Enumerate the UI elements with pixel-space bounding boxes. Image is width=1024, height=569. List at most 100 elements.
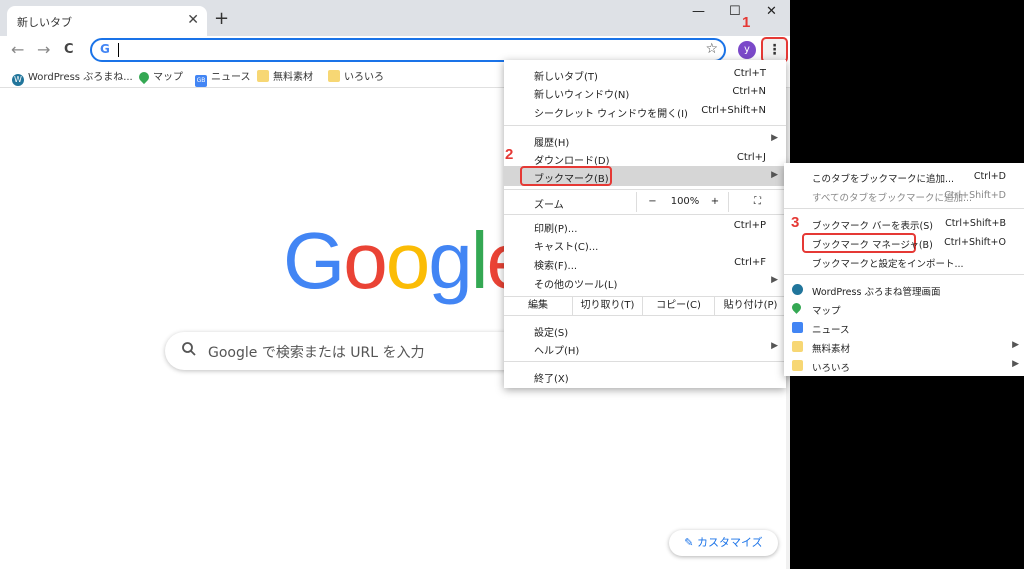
reload-icon[interactable]: C xyxy=(64,42,74,57)
submenu-folder-misc[interactable]: いろいろ ▶ xyxy=(784,357,1024,375)
chevron-right-icon: ▶ xyxy=(771,341,778,351)
profile-avatar[interactable]: y xyxy=(738,41,756,59)
menu-shortcut: Ctrl+F xyxy=(734,257,766,268)
search-icon xyxy=(182,342,196,356)
tab-new-tab[interactable]: 新しいタブ ✕ xyxy=(7,6,207,36)
menu-label: ブックマーク バーを表示(S) xyxy=(812,221,933,232)
menu-label: 新しいウィンドウ(N) xyxy=(534,90,630,101)
address-bar[interactable]: G ☆ xyxy=(90,38,726,62)
logo-letter: G xyxy=(283,216,345,305)
google-logo: Google xyxy=(283,215,531,307)
zoom-level: 100% xyxy=(670,196,700,207)
back-icon[interactable]: ← xyxy=(11,40,24,59)
menu-shortcut: Ctrl+J xyxy=(736,152,766,163)
submenu-item-add-all-tabs[interactable]: すべてのタブをブックマークに追加... Ctrl+Shift+D xyxy=(784,187,1024,205)
menu-item-history[interactable]: 履歴(H) ▶ xyxy=(504,131,786,149)
menu-item-help[interactable]: ヘルプ(H) ▶ xyxy=(504,339,786,357)
submenu-bookmark-wordpress[interactable]: WordPress ぶろまね管理画面 xyxy=(784,281,1024,299)
menu-label: ブックマーク(B) xyxy=(534,174,609,185)
menu-item-cast[interactable]: キャスト(C)... xyxy=(504,235,786,253)
menu-item-find[interactable]: 検索(F)... Ctrl+F xyxy=(504,254,786,272)
bookmark-maps[interactable]: マップ xyxy=(136,68,183,85)
menu-label: シークレット ウィンドウを開く(I) xyxy=(534,109,688,120)
tab-title: 新しいタブ xyxy=(17,16,72,29)
menu-label: 履歴(H) xyxy=(534,138,570,149)
cut-button[interactable]: 切り取り(T) xyxy=(572,297,642,315)
bookmark-news[interactable]: GB ニュース xyxy=(195,68,251,87)
chevron-right-icon: ▶ xyxy=(1012,340,1019,350)
paste-button[interactable]: 貼り付け(P) xyxy=(714,297,786,315)
logo-letter: l xyxy=(470,216,489,305)
zoom-out-button[interactable]: − xyxy=(636,192,668,212)
menu-item-settings[interactable]: 設定(S) xyxy=(504,321,786,339)
menu-shortcut: Ctrl+Shift+O xyxy=(944,237,1006,248)
window-close-icon[interactable]: ✕ xyxy=(766,4,777,19)
zoom-in-button[interactable]: + xyxy=(702,192,728,212)
maximize-icon[interactable]: ☐ xyxy=(729,4,741,19)
submenu-bookmark-maps[interactable]: マップ xyxy=(784,300,1024,318)
folder-icon xyxy=(792,341,803,352)
customize-label: カスタマイズ xyxy=(697,536,763,549)
menu-item-exit[interactable]: 終了(X) xyxy=(504,367,786,385)
title-bar: 新しいタブ ✕ + — ☐ ✕ xyxy=(0,0,790,36)
edit-row: 編集 切り取り(T) コピー(C) 貼り付け(P) xyxy=(504,296,786,316)
submenu-item-show-bar[interactable]: ブックマーク バーを表示(S) Ctrl+Shift+B xyxy=(784,215,1024,233)
google-icon: G xyxy=(100,42,110,56)
new-tab-button[interactable]: + xyxy=(214,8,229,29)
menu-item-more-tools[interactable]: その他のツール(L) ▶ xyxy=(504,273,786,291)
submenu-bookmark-news[interactable]: ニュース xyxy=(784,319,1024,337)
menu-label: WordPress ぶろまね管理画面 xyxy=(812,287,941,298)
star-icon[interactable]: ☆ xyxy=(705,41,718,57)
text-caret xyxy=(118,43,119,57)
menu-shortcut: Ctrl+D xyxy=(973,171,1006,182)
menu-shortcut: Ctrl+Shift+B xyxy=(945,218,1006,229)
menu-shortcut: Ctrl+T xyxy=(733,68,766,79)
submenu-item-add-tab[interactable]: このタブをブックマークに追加... Ctrl+D xyxy=(784,168,1024,186)
maps-icon xyxy=(136,69,152,85)
bookmark-folder-misc[interactable]: いろいろ xyxy=(328,68,384,83)
submenu-item-import[interactable]: ブックマークと設定をインポート... xyxy=(784,253,1024,271)
menu-label: ブックマークと設定をインポート... xyxy=(812,259,964,270)
zoom-label: ズーム xyxy=(534,200,564,211)
zoom-row: ズーム − 100% + ⛶ xyxy=(504,192,786,212)
menu-label: マップ xyxy=(812,306,841,317)
customize-button[interactable]: ✎ カスタマイズ xyxy=(669,530,778,556)
menu-divider xyxy=(504,214,786,215)
menu-item-new-window[interactable]: 新しいウィンドウ(N) Ctrl+N xyxy=(504,83,786,101)
menu-label: ブックマーク マネージャ(B) xyxy=(812,240,933,251)
menu-divider xyxy=(784,274,1024,275)
menu-item-incognito[interactable]: シークレット ウィンドウを開く(I) Ctrl+Shift+N xyxy=(504,102,786,120)
menu-label: 終了(X) xyxy=(534,374,569,385)
wordpress-icon: W xyxy=(12,74,24,86)
news-icon: GB xyxy=(195,75,207,87)
bookmarks-submenu: このタブをブックマークに追加... Ctrl+D すべてのタブをブックマークに追加… xyxy=(784,163,1024,376)
menu-label: 無料素材 xyxy=(812,344,851,355)
menu-label: ダウンロード(D) xyxy=(534,156,610,167)
menu-divider xyxy=(504,361,786,362)
menu-label: ヘルプ(H) xyxy=(534,346,580,357)
bookmark-folder-free[interactable]: 無料素材 xyxy=(257,68,313,83)
menu-label: このタブをブックマークに追加... xyxy=(812,174,955,185)
minimize-icon[interactable]: — xyxy=(692,4,705,19)
bookmark-label: マップ xyxy=(153,72,183,83)
menu-label: その他のツール(L) xyxy=(534,280,618,291)
menu-item-downloads[interactable]: ダウンロード(D) Ctrl+J xyxy=(504,149,786,167)
submenu-folder-free[interactable]: 無料素材 ▶ xyxy=(784,338,1024,356)
folder-icon xyxy=(792,360,803,371)
wordpress-icon xyxy=(792,284,803,295)
copy-button[interactable]: コピー(C) xyxy=(642,297,714,315)
menu-shortcut: Ctrl+Shift+N xyxy=(701,105,766,116)
bookmark-wordpress[interactable]: W WordPress ぶろまね... xyxy=(12,68,133,86)
menu-label: 印刷(P)... xyxy=(534,224,578,235)
menu-label: ニュース xyxy=(812,325,850,336)
forward-icon[interactable]: → xyxy=(37,40,50,59)
submenu-item-manager[interactable]: ブックマーク マネージャ(B) Ctrl+Shift+O xyxy=(784,234,1024,252)
menu-item-print[interactable]: 印刷(P)... Ctrl+P xyxy=(504,217,786,235)
step-number: 3 xyxy=(791,214,800,231)
menu-item-bookmarks[interactable]: ブックマーク(B) ▶ xyxy=(504,166,786,186)
fullscreen-icon[interactable]: ⛶ xyxy=(728,192,786,212)
menu-label: 検索(F)... xyxy=(534,261,578,272)
menu-item-new-tab[interactable]: 新しいタブ(T) Ctrl+T xyxy=(504,65,786,83)
tab-close-icon[interactable]: ✕ xyxy=(187,12,199,28)
step-number: 2 xyxy=(505,146,514,163)
